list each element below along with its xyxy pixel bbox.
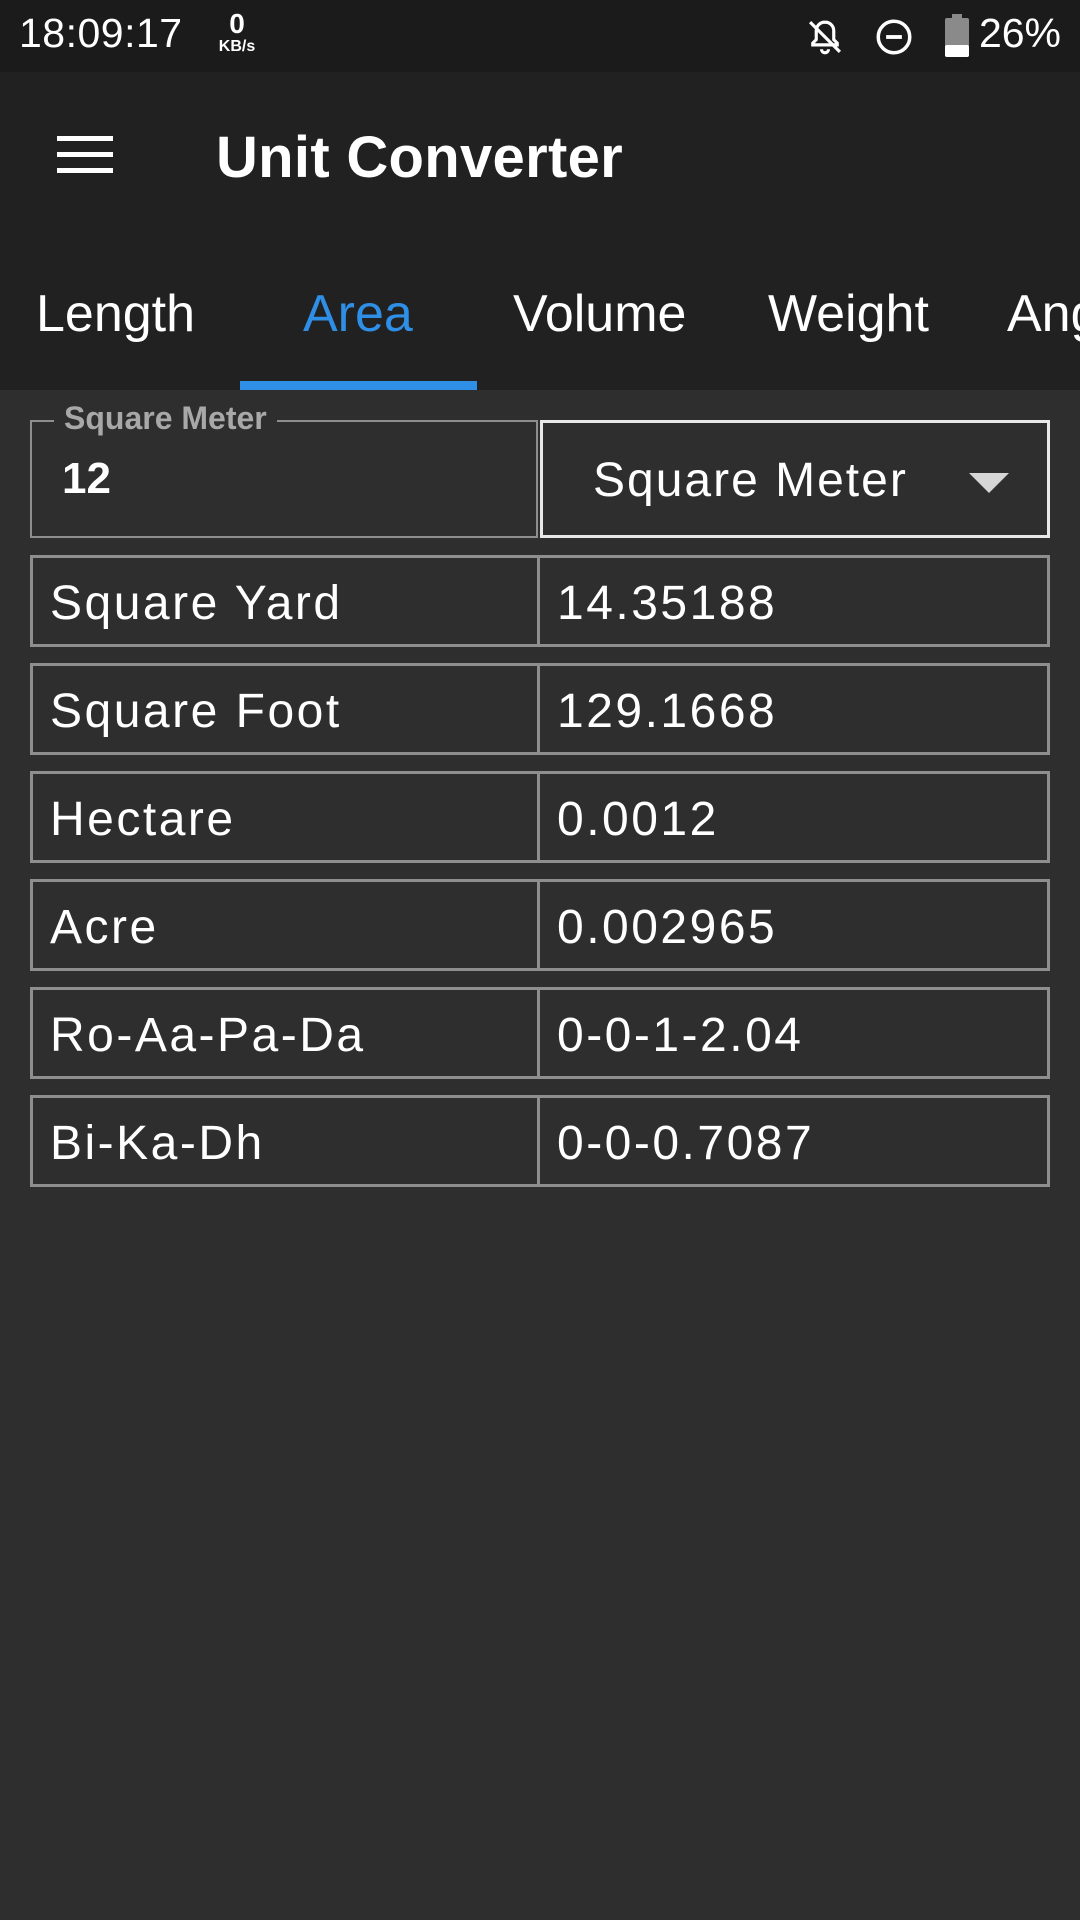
tab-volume[interactable]: Volume [513, 284, 686, 344]
tab-weight[interactable]: Weight [768, 284, 929, 344]
tab-length[interactable]: Length [36, 284, 195, 344]
result-row: Acre 0.002965 [30, 879, 1050, 971]
result-unit: Acre [50, 901, 159, 954]
app-title: Unit Converter [216, 125, 624, 190]
result-row: Square Yard 14.35188 [30, 555, 1050, 647]
status-time: 18:09:17 [19, 10, 183, 56]
result-row: Bi-Ka-Dh 0-0-0.7087 [30, 1095, 1050, 1187]
result-value: 0.002965 [557, 901, 778, 954]
notifications-off-icon [804, 16, 846, 63]
result-value: 0-0-0.7087 [557, 1117, 815, 1170]
battery-percent: 26% [978, 10, 1061, 56]
status-bar: 18:09:17 0 KB/s 26% [0, 0, 1080, 72]
selected-unit: Square Meter [593, 454, 908, 507]
network-speed-unit: KB/s [218, 38, 256, 55]
result-unit-cell: Square Foot [33, 666, 540, 752]
active-tab-indicator [240, 381, 477, 390]
unit-selector[interactable]: Square Meter [540, 420, 1050, 538]
result-row: Ro-Aa-Pa-Da 0-0-1-2.04 [30, 987, 1050, 1079]
result-value: 14.35188 [557, 577, 778, 630]
tab-angle[interactable]: Ang [1007, 284, 1080, 344]
result-value-cell: 0.0012 [540, 774, 1047, 860]
result-value-cell: 0-0-1-2.04 [540, 990, 1047, 1076]
hamburger-menu-icon [57, 134, 113, 181]
result-unit-cell: Acre [33, 882, 540, 968]
tab-area[interactable]: Area [303, 284, 413, 344]
result-value-cell: 129.1668 [540, 666, 1047, 752]
amount-input[interactable]: Square Meter 12 [30, 400, 538, 538]
result-unit-cell: Bi-Ka-Dh [33, 1098, 540, 1184]
network-speed-value: 0 [229, 8, 245, 39]
result-unit: Ro-Aa-Pa-Da [50, 1009, 366, 1062]
result-value: 129.1668 [557, 685, 778, 738]
result-unit-cell: Hectare [33, 774, 540, 860]
amount-input-value[interactable]: 12 [62, 454, 111, 504]
result-value: 0-0-1-2.04 [557, 1009, 804, 1062]
result-value: 0.0012 [557, 793, 719, 846]
result-unit: Hectare [50, 793, 236, 846]
do-not-disturb-icon [873, 16, 915, 63]
amount-input-label: Square Meter [54, 400, 277, 437]
app-bar: Unit Converter Length Area Volume Weight… [0, 72, 1080, 390]
result-row: Square Foot 129.1668 [30, 663, 1050, 755]
result-value-cell: 0-0-0.7087 [540, 1098, 1047, 1184]
result-unit: Square Foot [50, 685, 342, 738]
result-row: Hectare 0.0012 [30, 771, 1050, 863]
network-speed: 0 KB/s [212, 10, 262, 55]
result-unit: Bi-Ka-Dh [50, 1117, 265, 1170]
result-value-cell: 14.35188 [540, 558, 1047, 644]
result-unit: Square Yard [50, 577, 343, 630]
result-unit-cell: Ro-Aa-Pa-Da [33, 990, 540, 1076]
battery-icon [944, 14, 970, 63]
dropdown-arrow-icon [969, 473, 1009, 498]
result-unit-cell: Square Yard [33, 558, 540, 644]
result-value-cell: 0.002965 [540, 882, 1047, 968]
menu-button[interactable] [40, 112, 130, 202]
